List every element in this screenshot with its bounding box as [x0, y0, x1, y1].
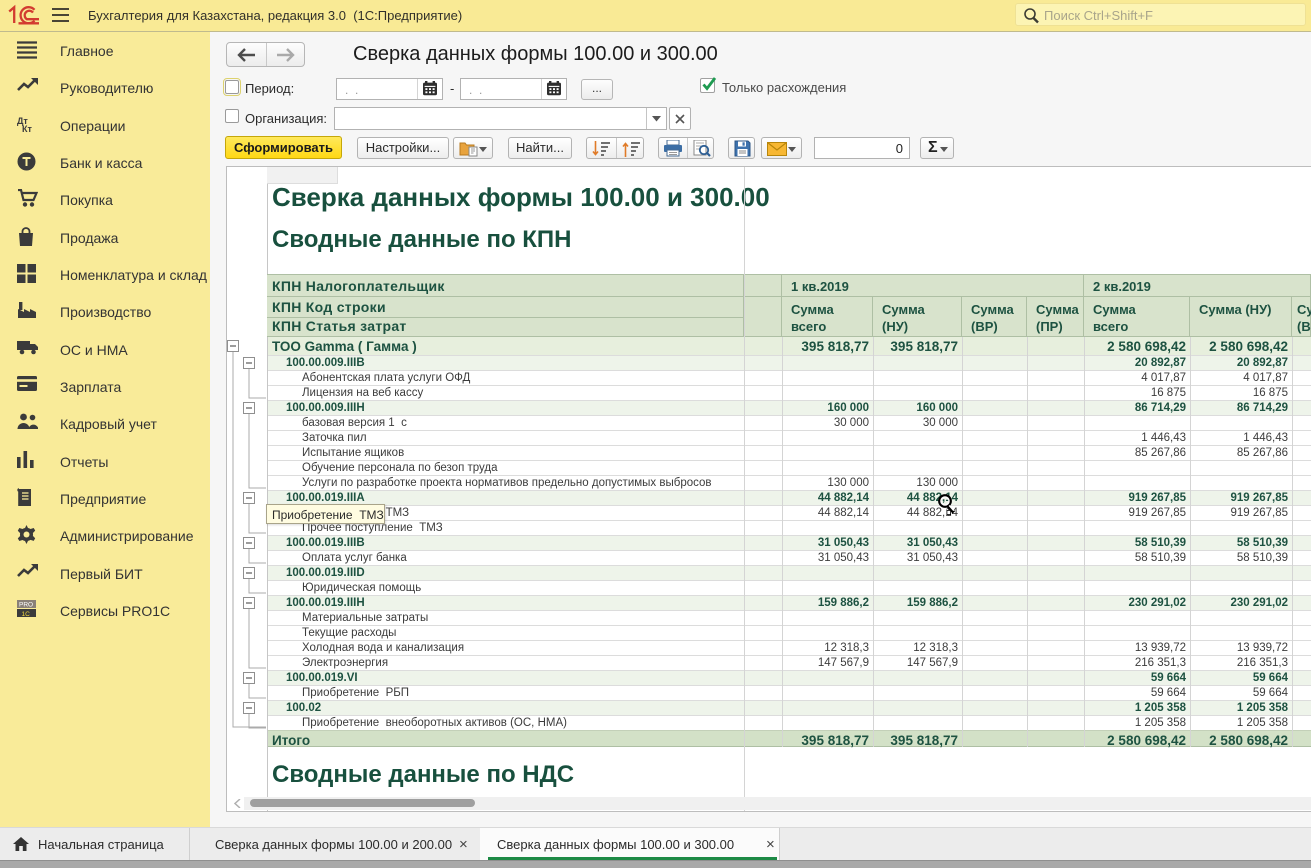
svg-text:PRO: PRO	[19, 602, 33, 609]
svg-text:1С: 1С	[22, 611, 31, 617]
